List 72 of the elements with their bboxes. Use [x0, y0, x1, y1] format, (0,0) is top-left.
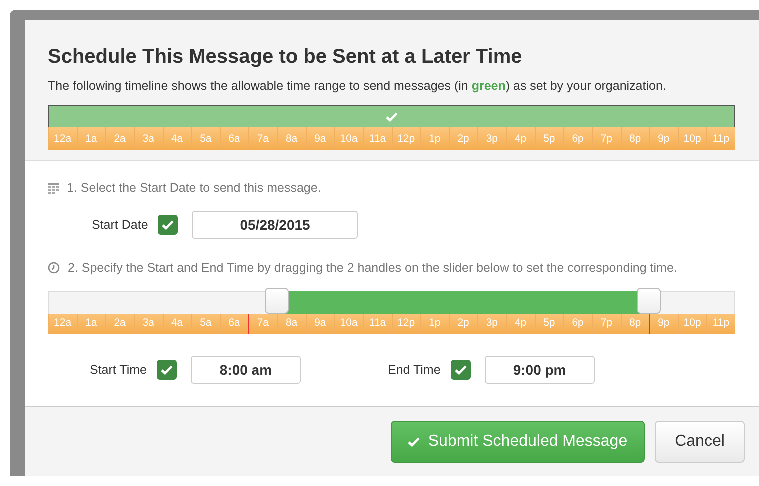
slider-handle[interactable]	[637, 288, 662, 314]
hour-label: 9p	[649, 127, 678, 150]
hour-label: 6p	[563, 311, 592, 334]
dialog-title: Schedule This Message to be Sent at a Later Time	[48, 46, 524, 69]
hour-label: 9a	[306, 127, 334, 150]
instruction-text: 2. Specify the Start and End Time by dragging the 2 handles on the slider below to set the corresponding time.	[68, 261, 678, 275]
hour-label: 7p	[592, 127, 620, 150]
hour-label: 11p	[706, 311, 735, 334]
hour-label: 7a	[248, 127, 277, 150]
hour-label: 8a	[277, 127, 306, 150]
hour-label: 2p	[448, 311, 478, 334]
cancel-button[interactable]: Cancel	[655, 421, 745, 463]
hour-label: 1a	[76, 311, 106, 334]
hour-label: 10a	[334, 127, 363, 150]
hour-label: 3p	[477, 127, 506, 150]
time-field[interactable]: 8:00 am	[190, 356, 301, 384]
hour-label: 2a	[105, 127, 134, 150]
hour-label: 2a	[105, 311, 134, 334]
check-icon	[386, 112, 398, 122]
hour-label: 5a	[191, 311, 220, 334]
hour-label: 9p	[649, 311, 678, 334]
time-range-slider[interactable]	[48, 288, 735, 314]
hour-label: 9a	[306, 311, 334, 334]
check-icon	[160, 365, 173, 375]
hour-label: 8a	[277, 311, 306, 334]
checkbox[interactable]	[158, 215, 178, 235]
time-field[interactable]: 9:00 pm	[484, 356, 595, 384]
hour-label: 10p	[678, 127, 706, 150]
hour-label: 12p	[392, 311, 420, 334]
hour-label: 10p	[678, 311, 706, 334]
checkbox[interactable]	[450, 360, 471, 380]
check-icon	[454, 365, 467, 375]
hour-label: 3a	[134, 127, 162, 150]
hour-label: 1p	[420, 127, 449, 150]
calendar-icon	[48, 182, 59, 194]
instruction-text: 1. Select the Start Date to send this message.	[67, 181, 322, 195]
hour-label: 10a	[334, 311, 363, 334]
hour-label: 11a	[362, 127, 392, 150]
hour-label: 8p	[620, 311, 650, 334]
hour-label: 4p	[506, 127, 535, 150]
hour-label: 8p	[620, 127, 650, 150]
hour-label: 4a	[162, 311, 192, 334]
hour-label: 4a	[162, 127, 192, 150]
hour-label: 11p	[706, 127, 735, 150]
hour-label: 5p	[534, 127, 564, 150]
field-label: End Time	[388, 363, 441, 377]
hour-label: 7p	[592, 311, 620, 334]
field-label: Start Time	[90, 363, 147, 377]
hour-label: 1a	[76, 127, 106, 150]
date-field[interactable]: 05/28/2015	[192, 211, 358, 239]
check-icon	[408, 437, 420, 447]
hour-label: 12p	[392, 127, 420, 150]
hour-label: 11a	[362, 311, 392, 334]
checkbox[interactable]	[156, 360, 177, 380]
hour-label: 3a	[134, 311, 162, 334]
hour-label: 12a	[48, 127, 77, 150]
hour-label: 6a	[220, 311, 248, 334]
field-label: Start Date	[92, 218, 148, 232]
hour-label: 5a	[191, 127, 220, 150]
clock-icon	[48, 262, 60, 274]
description-text: The following timeline shows the allowable time range to send messages (in green) as set by your organization.	[48, 79, 668, 93]
hour-label: 4p	[506, 311, 535, 334]
hour-label: 2p	[448, 127, 478, 150]
slider-handle[interactable]	[264, 288, 289, 314]
hour-label: 6p	[563, 127, 592, 150]
check-icon	[162, 220, 174, 230]
hour-label: 1p	[420, 311, 449, 334]
hour-label: 3p	[477, 311, 506, 334]
hour-label: 5p	[534, 311, 564, 334]
hour-label: 12a	[48, 311, 77, 334]
hour-label: 6a	[220, 127, 248, 150]
hour-label: 7a	[248, 311, 277, 334]
